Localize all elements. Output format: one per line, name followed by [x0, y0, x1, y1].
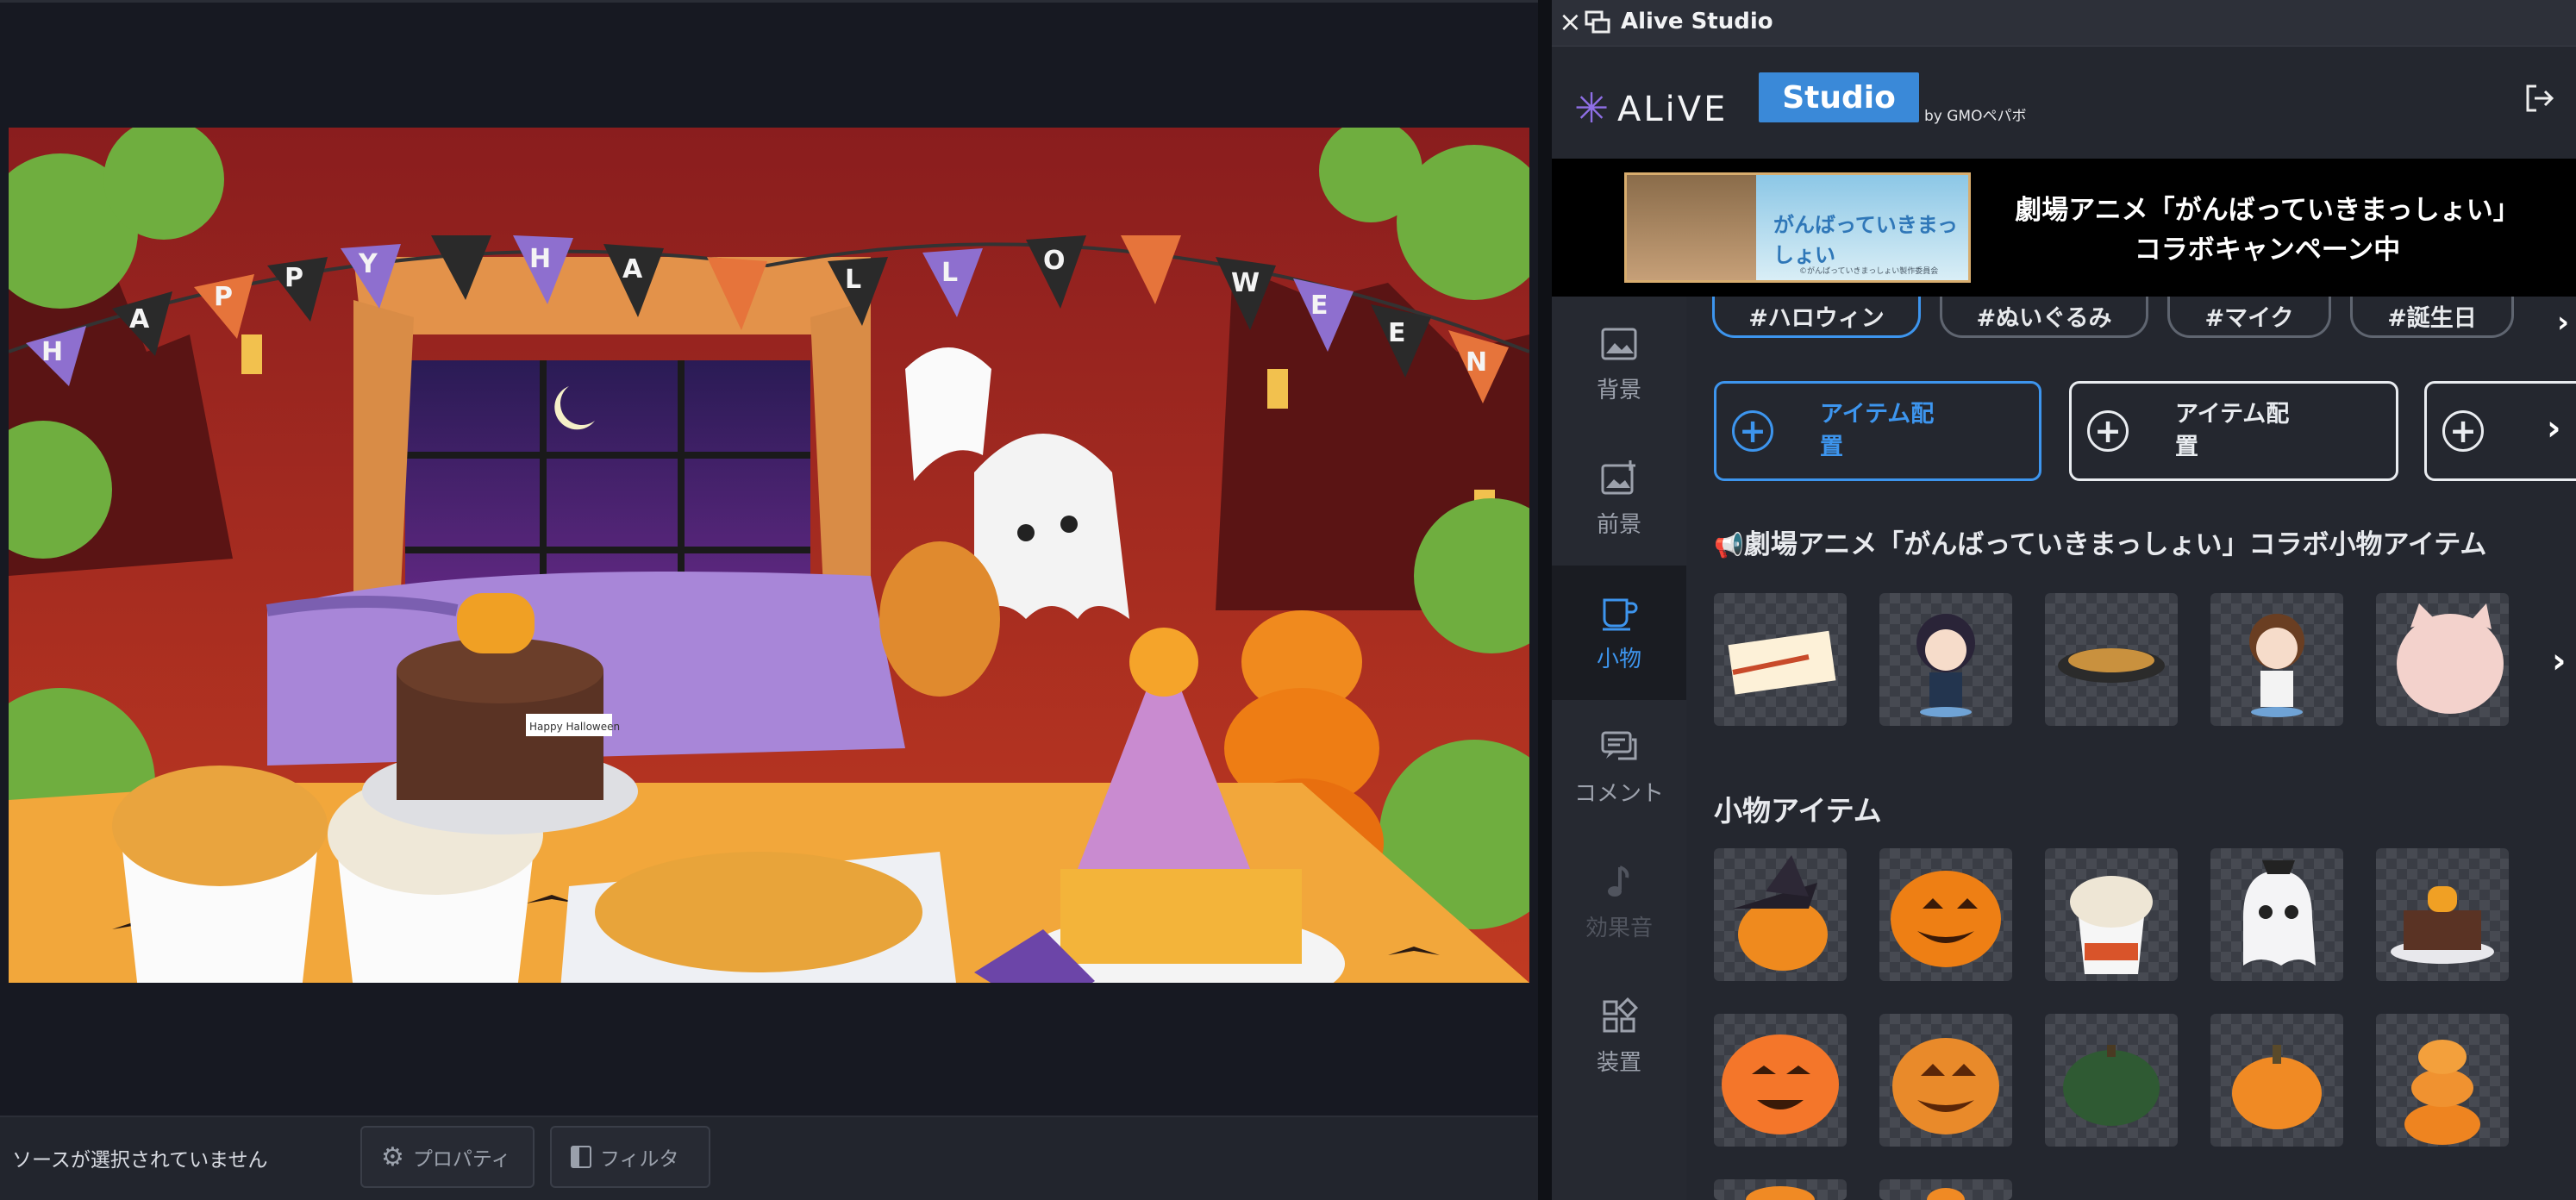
float-window-icon[interactable] [1585, 10, 1610, 34]
place-item-label: アイテム配置 [2175, 401, 2290, 460]
bunting-letter: P [284, 263, 303, 293]
nav-item-small-items[interactable]: 小物 [1552, 566, 1686, 700]
filters-button[interactable]: フィルタ [550, 1126, 710, 1188]
item-tile-pumpkin-tower[interactable] [2376, 1014, 2509, 1147]
item-content: #ハロウィン #ぬいぐるみ #マイク #誕生日 › + アイテム配置 + アイテ… [1686, 297, 2576, 1200]
place-item-label: アイテム配置 [1820, 401, 1935, 460]
place-item-button-2[interactable]: + アイテム配置 [2069, 381, 2398, 481]
nav-item-background[interactable]: 背景 [1552, 297, 1686, 431]
category-nav: 背景 前景 小物 コメント 効果音 装置 [1552, 297, 1686, 1200]
comment-icon [1601, 731, 1637, 759]
item-tile-ghost[interactable] [2210, 848, 2343, 981]
banner-thumb-title: がんばっていきまっしょい [1773, 213, 1958, 267]
item-tile-carved-pumpkin[interactable] [1879, 1014, 2012, 1147]
image-icon [1601, 328, 1637, 359]
item-tile-chibi-girl-1[interactable] [1879, 593, 2012, 726]
top-divider [0, 0, 1543, 3]
item-tile-partial[interactable] [1879, 1179, 2012, 1200]
logo-by-text: by GMOペパボ [1924, 108, 2027, 125]
nav-item-foreground[interactable]: 前景 [1552, 431, 1686, 566]
nav-label: コメント [1573, 780, 1664, 807]
app-header: ✳ ALiVE Studio by GMOペパボ [1552, 47, 2576, 159]
nav-item-device[interactable]: 装置 [1552, 969, 1686, 1103]
bunting-letter: A [622, 254, 643, 284]
collab-section-title: 📢劇場アニメ「がんばっていきまっしょい」コラボ小物アイテム [1714, 529, 2487, 560]
banner-headline: 劇場アニメ「がんばっていきまっしょい」 [2015, 195, 2520, 226]
cake-topper-text: Happy Halloween [529, 721, 620, 733]
bunting-letter: H [529, 244, 551, 274]
logo-studio-badge: Studio [1759, 72, 1919, 122]
bunting-letter: E [1388, 318, 1406, 348]
logout-icon[interactable] [2523, 81, 2557, 116]
close-icon[interactable]: × [1559, 5, 1582, 38]
campaign-banner[interactable]: がんばっていきまっしょい ©がんばっていきまっしょい製作委員会 劇場アニメ「がん… [1552, 159, 2576, 297]
item-tile-cat-plush[interactable] [2376, 593, 2509, 726]
filter-icon [571, 1146, 591, 1168]
plus-circle-icon: + [2087, 410, 2129, 452]
dock-title: Alive Studio [1621, 9, 1773, 34]
bunting-letter: H [41, 337, 63, 367]
banner-thumb-caption: ©がんばっていきまっしょい製作委員会 [1799, 267, 1939, 276]
filters-label: フィルタ [600, 1148, 679, 1171]
panel-gap [1538, 0, 1552, 1200]
properties-label: プロパティ [412, 1148, 511, 1171]
tags-next-chevron-icon[interactable]: › [2557, 305, 2569, 340]
nav-label: 効果音 [1585, 915, 1653, 941]
bunting-letter: P [214, 282, 233, 312]
banner-thumbnail: がんばっていきまっしょい ©がんばっていきまっしょい製作委員会 [1624, 172, 1971, 283]
nav-label: 前景 [1596, 511, 1641, 538]
nav-label: 背景 [1596, 377, 1641, 403]
scene-preview[interactable]: H A P P Y H A L L O W E E N Happy Hallow… [9, 128, 1529, 983]
grid-icon [1603, 997, 1639, 1032]
item-tile-orange-pumpkin[interactable] [1714, 1014, 1847, 1147]
place-next-chevron-icon[interactable]: › [2547, 409, 2560, 448]
item-tile-jack-o-lantern[interactable] [1879, 848, 2012, 981]
item-tile-green-pumpkin[interactable] [2045, 1014, 2178, 1147]
item-tile-notebook[interactable] [1714, 593, 1847, 726]
item-tile-okonomiyaki[interactable] [2045, 593, 2178, 726]
tag-birthday[interactable]: #誕生日 [2350, 297, 2514, 338]
item-tile-chibi-girl-2[interactable] [2210, 593, 2343, 726]
tag-halloween[interactable]: #ハロウィン [1712, 297, 1921, 338]
gear-icon: ⚙ [381, 1141, 404, 1172]
bunting-letter: A [129, 304, 150, 334]
item-tile-witch-pumpkin[interactable] [1714, 848, 1847, 981]
item-tile-popcorn[interactable] [2045, 848, 2178, 981]
bunting-letter: Y [358, 249, 378, 279]
nav-label: 小物 [1596, 646, 1641, 672]
nav-item-sound-effects[interactable]: 効果音 [1552, 834, 1686, 969]
nav-item-comment[interactable]: コメント [1552, 700, 1686, 834]
bunting-letter: E [1310, 291, 1329, 321]
item-tile-halloween-cake[interactable] [2376, 848, 2509, 981]
tag-microphone[interactable]: #マイク [2167, 297, 2331, 338]
nav-label: 装置 [1596, 1049, 1641, 1076]
item-tile-partial[interactable] [1714, 1179, 1847, 1200]
properties-button[interactable]: ⚙ プロパティ [360, 1126, 535, 1188]
logo-star-icon: ✳ [1574, 84, 1610, 133]
megaphone-icon: 📢 [1714, 531, 1744, 559]
music-note-icon [1608, 865, 1629, 897]
small-items-section-title: 小物アイテム [1714, 794, 1882, 828]
tag-stuffed-toy[interactable]: #ぬいぐるみ [1940, 297, 2148, 338]
bunting-letter: L [941, 258, 958, 288]
collab-next-chevron-icon[interactable]: › [2552, 641, 2566, 681]
place-item-button-1[interactable]: + アイテム配置 [1714, 381, 2041, 481]
halloween-scene-image: H A P P Y H A L L O W E E N Happy Hallow… [9, 128, 1529, 983]
plus-circle-icon: + [2442, 410, 2484, 452]
bunting-letter: W [1231, 268, 1260, 298]
alive-studio-dock: × Alive Studio ✳ ALiVE Studio by GMOペパボ … [1552, 0, 2576, 1200]
no-source-status: ソースが選択されていません [12, 1149, 268, 1172]
bunting-letter: N [1466, 347, 1487, 378]
banner-subline: コラボキャンペーン中 [2134, 234, 2401, 266]
cup-icon [1603, 598, 1638, 630]
image-plus-icon [1601, 459, 1635, 494]
logo-alive: ALiVE [1617, 90, 1729, 129]
item-tile-small-pumpkin[interactable] [2210, 1014, 2343, 1147]
plus-circle-icon: + [1732, 410, 1773, 452]
bunting-letter: O [1043, 246, 1066, 276]
bunting-letter: L [845, 265, 861, 295]
